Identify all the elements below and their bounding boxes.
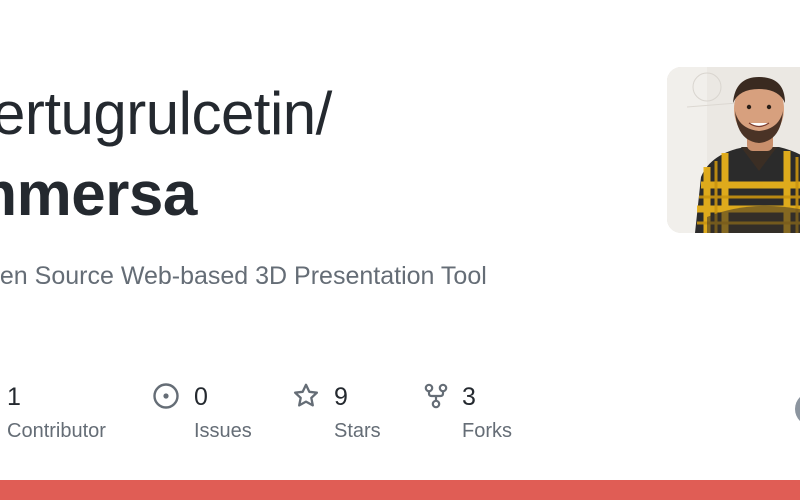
stat-forks[interactable]: 3 Forks <box>422 380 532 450</box>
forks-label: Forks <box>462 420 512 442</box>
stars-label: Stars <box>334 420 381 442</box>
repo-description: pen Source Web-based 3D Presentation Too… <box>0 262 487 290</box>
contributors-count: 1 <box>7 383 21 411</box>
stat-contributors[interactable]: 1 Contributor <box>0 380 130 450</box>
star-icon <box>293 383 319 407</box>
stat-stars[interactable]: 9 Stars <box>292 380 402 450</box>
repo-owner[interactable]: ertugrulcetin/ <box>0 78 332 150</box>
language-color-bar <box>0 480 800 500</box>
social-preview-card: ertugrulcetin/ mmersa pen Source Web-bas… <box>0 0 800 500</box>
issues-count: 0 <box>194 383 208 411</box>
issues-icon <box>153 383 179 409</box>
avatar-photo <box>667 67 800 233</box>
forks-count: 3 <box>462 383 476 411</box>
issues-label: Issues <box>194 420 252 442</box>
owner-avatar[interactable] <box>667 67 800 233</box>
repo-name[interactable]: mmersa <box>0 158 197 232</box>
fork-icon <box>424 383 448 409</box>
github-logo-icon <box>795 392 800 426</box>
stat-issues[interactable]: 0 Issues <box>152 380 272 450</box>
stars-count: 9 <box>334 383 348 411</box>
contributors-label: Contributor <box>7 420 106 442</box>
